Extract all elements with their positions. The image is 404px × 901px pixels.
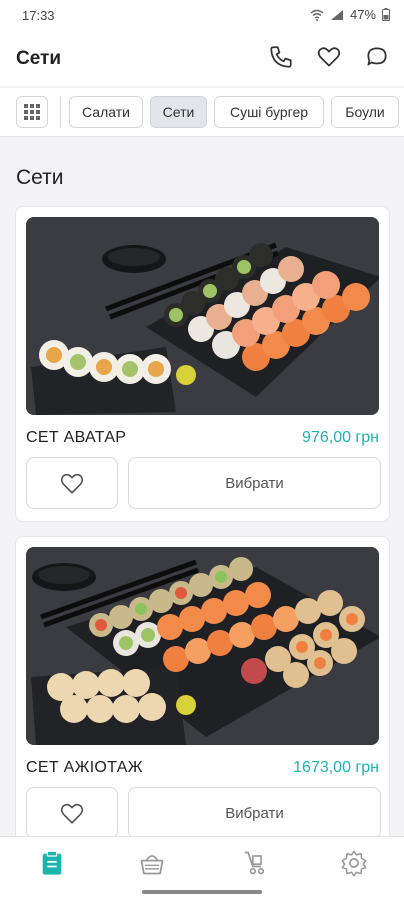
favorite-button[interactable] bbox=[26, 457, 118, 509]
nav-settings[interactable] bbox=[340, 849, 368, 877]
page-title: Сети bbox=[16, 48, 62, 69]
battery-percent: 47% bbox=[349, 7, 376, 22]
product-price: 1673,00 грн bbox=[293, 759, 379, 776]
favorites-icon[interactable] bbox=[316, 44, 342, 70]
signal-icon bbox=[330, 9, 343, 20]
home-indicator[interactable] bbox=[142, 890, 262, 894]
tab-bowls[interactable]: Боули bbox=[331, 96, 399, 128]
product-card: СЕТ АВАТАР 976,00 грн Вибрати bbox=[15, 206, 390, 522]
product-image[interactable] bbox=[26, 547, 379, 745]
grid-icon bbox=[24, 104, 40, 120]
nav-basket[interactable] bbox=[138, 849, 166, 877]
section-title: Сети bbox=[16, 166, 64, 189]
cart-icon bbox=[244, 851, 265, 875]
battery-icon bbox=[382, 8, 390, 21]
chip-divider bbox=[60, 96, 61, 128]
app-bar: Сети bbox=[0, 30, 404, 86]
tab-sushi-burger[interactable]: Суші бургер bbox=[214, 96, 324, 128]
status-time: 17:33 bbox=[22, 8, 55, 23]
tab-sets[interactable]: Сети bbox=[150, 96, 207, 128]
settings-icon bbox=[341, 850, 367, 877]
product-image[interactable] bbox=[26, 217, 379, 415]
heart-icon bbox=[60, 473, 84, 494]
status-bar: 17:33 47% bbox=[0, 0, 404, 30]
product-name: СЕТ АЖІОТАЖ bbox=[26, 759, 143, 776]
choose-button[interactable]: Вибрати bbox=[128, 457, 381, 509]
all-categories-button[interactable] bbox=[16, 96, 48, 128]
product-price: 976,00 грн bbox=[302, 429, 379, 446]
product-card: СЕТ АЖІОТАЖ 1673,00 грн Вибрати bbox=[15, 536, 390, 852]
phone-icon[interactable] bbox=[268, 44, 294, 70]
choose-button[interactable]: Вибрати bbox=[128, 787, 381, 839]
heart-icon bbox=[60, 803, 84, 824]
status-icons: 47% bbox=[310, 7, 390, 22]
nav-delivery[interactable] bbox=[240, 849, 268, 877]
wifi-icon bbox=[310, 9, 324, 21]
nav-menu[interactable] bbox=[38, 849, 66, 877]
basket-icon bbox=[140, 855, 164, 875]
category-bar: Салати Сети Суші бургер Боули bbox=[0, 88, 404, 137]
product-name: СЕТ АВАТАР bbox=[26, 429, 127, 446]
favorite-button[interactable] bbox=[26, 787, 118, 839]
chat-icon[interactable] bbox=[364, 44, 390, 70]
tab-salads[interactable]: Салати bbox=[69, 96, 143, 128]
menu-icon bbox=[42, 850, 62, 875]
